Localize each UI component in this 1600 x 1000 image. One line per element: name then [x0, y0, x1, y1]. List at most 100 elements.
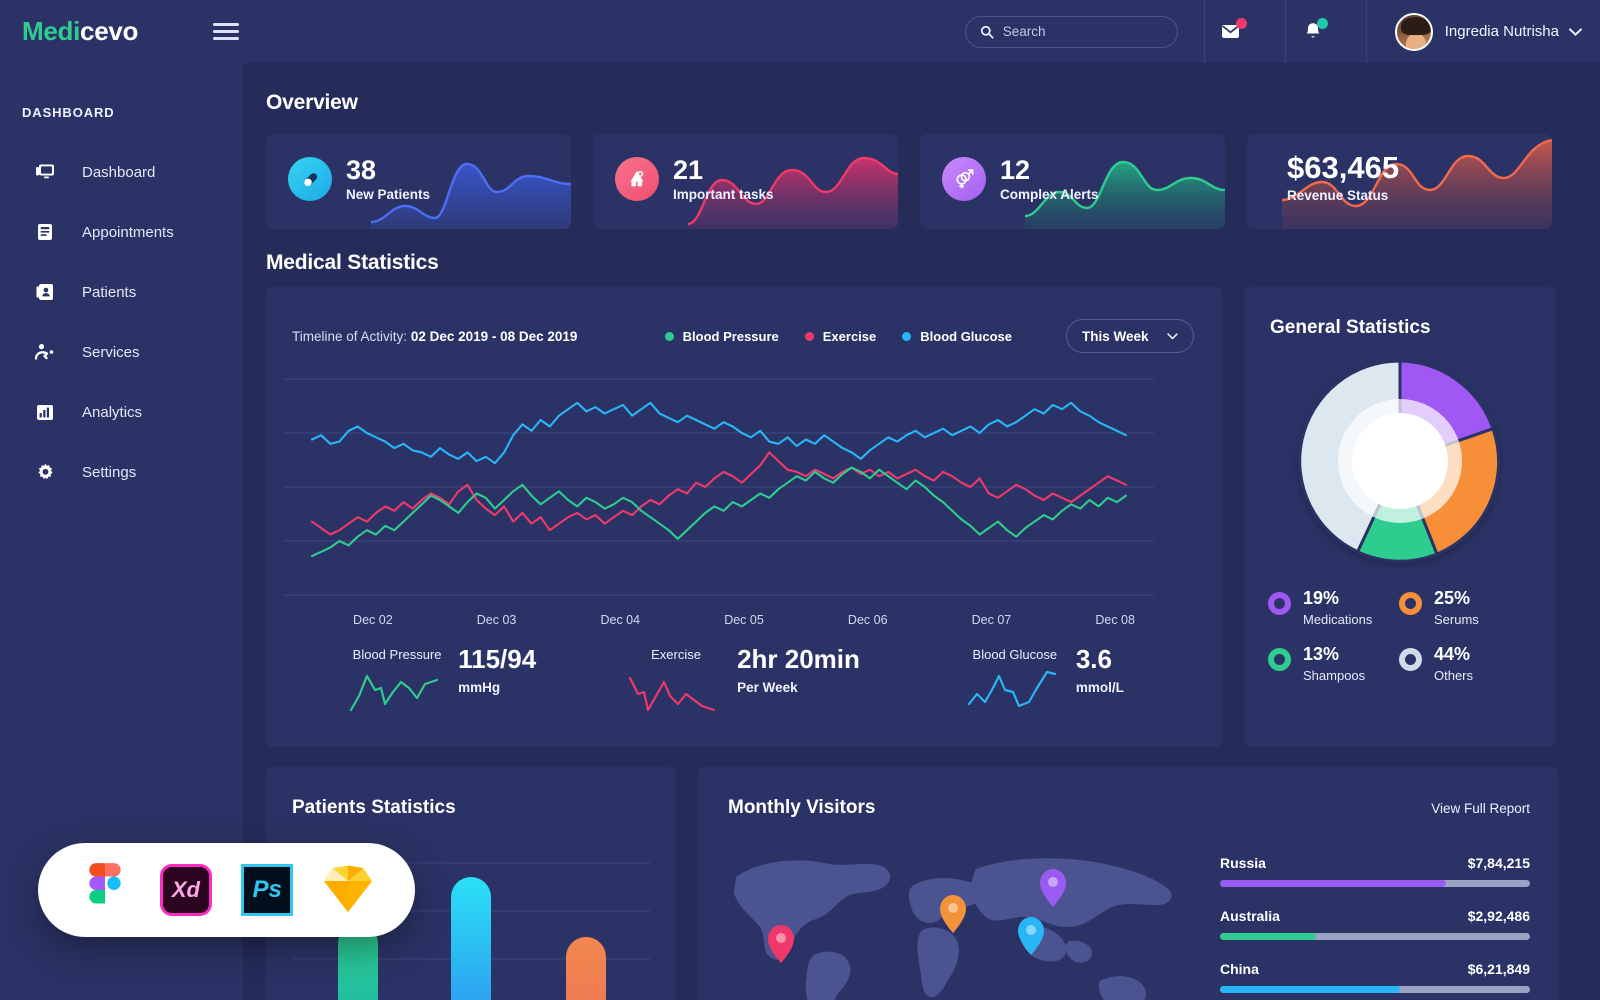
- view-full-report-link[interactable]: View Full Report: [1431, 801, 1530, 816]
- medical-row: Timeline of Activity: 02 Dec 2019 - 08 D…: [266, 287, 1577, 747]
- stat-card-new-patients[interactable]: 38 New Patients: [266, 134, 571, 229]
- mini-sparkline: [967, 670, 1056, 708]
- logo-part-two: cevo: [80, 16, 139, 46]
- general-statistics-card: General Statistics 19% Medications 25% S…: [1244, 287, 1556, 747]
- chevron-down-icon: [1167, 332, 1178, 340]
- monthly-visitors-card: Monthly Visitors View Full Report Russia…: [698, 767, 1558, 1000]
- legend-dot: [664, 331, 674, 341]
- timeline-of-activity: Timeline of Activity: 02 Dec 2019 - 08 D…: [292, 329, 577, 344]
- legend-label: Blood Glucose: [920, 328, 1012, 344]
- time-range-value: This Week: [1082, 328, 1149, 344]
- legend-item-others: 44% Others: [1399, 645, 1530, 683]
- stat-label: New Patients: [346, 187, 431, 203]
- stethoscope-icon: [34, 343, 56, 361]
- legend-item-exercise: Exercise: [804, 329, 876, 344]
- country-progress-fill: [1220, 880, 1447, 887]
- medical-statistics-card: Timeline of Activity: 02 Dec 2019 - 08 D…: [266, 287, 1222, 747]
- country-row-australia: Australia $2,92,486: [1220, 908, 1530, 940]
- user-menu[interactable]: Ingredia Nutrisha: [1367, 12, 1600, 51]
- metric-unit: Per Week: [737, 679, 798, 695]
- sidebar-item-label: Appointments: [82, 223, 174, 241]
- medical-statistics-header: Timeline of Activity: 02 Dec 2019 - 08 D…: [266, 287, 1222, 353]
- x-tick: Dec 03: [476, 613, 517, 627]
- sidebar-item-label: Analytics: [82, 403, 143, 421]
- legend-percent: 13%: [1303, 644, 1340, 664]
- metric-summaries: Blood Pressure 115/94 mmHg Exercise 2hr …: [266, 645, 1222, 714]
- line-series-blood-pressure: [310, 466, 1128, 558]
- metric-label: Blood Pressure: [352, 647, 442, 662]
- stat-label: Important tasks: [673, 187, 774, 203]
- metric-unit: mmHg: [458, 679, 501, 695]
- legend-dot: [902, 331, 912, 341]
- legend-label: Blood Pressure: [682, 328, 779, 344]
- stat-value: 12: [1000, 155, 1031, 185]
- sidebar-item-appointments[interactable]: Appointments: [0, 202, 243, 262]
- country-progress-bar: [1220, 933, 1530, 940]
- bottom-row: Patients Statistics Monthly Visitors Vie…: [266, 767, 1577, 1000]
- search-box[interactable]: Search: [964, 15, 1178, 48]
- sidebar-item-patients[interactable]: Patients: [0, 262, 243, 322]
- chevron-down-icon[interactable]: [1569, 27, 1582, 36]
- country-name: Australia: [1220, 908, 1280, 924]
- stat-label: Complex Alerts: [1000, 187, 1099, 203]
- search-input[interactable]: Search: [1003, 24, 1046, 39]
- notifications-button[interactable]: [1286, 0, 1340, 63]
- x-tick: Dec 08: [1095, 613, 1135, 627]
- stat-card-complex-alerts[interactable]: 12 Complex Alerts: [920, 134, 1225, 229]
- sidebar-item-services[interactable]: Services: [0, 322, 243, 382]
- legend-label: Serums: [1434, 612, 1479, 627]
- figma-icon[interactable]: [77, 862, 133, 918]
- adobe-xd-icon[interactable]: Xd: [158, 862, 214, 918]
- metric-value: 115/94: [458, 644, 537, 674]
- photoshop-label: Ps: [241, 864, 294, 916]
- sidebar-item-settings[interactable]: Settings: [0, 442, 243, 502]
- mini-sparkline: [350, 674, 439, 712]
- sidebar-item-dashboard[interactable]: Dashboard: [0, 142, 243, 202]
- donut-segments: [1298, 359, 1501, 563]
- line-chart-svg: [284, 378, 1154, 596]
- main-content: Overview 38 New Patients 21 Important ta…: [243, 63, 1600, 1000]
- sidebar-item-analytics[interactable]: Analytics: [0, 382, 243, 442]
- bar: [566, 937, 606, 1000]
- top-bar: Medicevo Search Ingredia Nutrisha: [0, 0, 1600, 63]
- bar: [451, 877, 491, 1000]
- top-bar-right: Search Ingredia Nutrisha: [964, 0, 1600, 63]
- gear-icon: [34, 463, 56, 482]
- avatar: [1394, 12, 1433, 51]
- legend-label: Shampoos: [1303, 668, 1366, 683]
- country-progress-fill: [1220, 933, 1317, 940]
- legend-label: Medications: [1303, 612, 1373, 627]
- messages-button[interactable]: [1205, 0, 1259, 63]
- country-progress-fill: [1220, 986, 1400, 993]
- time-range-select[interactable]: This Week: [1066, 319, 1194, 353]
- search-icon: [980, 25, 994, 39]
- monthly-visitors-header: Monthly Visitors View Full Report: [698, 767, 1558, 819]
- stat-card-revenue-status[interactable]: $63,465 Revenue Status: [1247, 134, 1552, 229]
- hamburger-menu-icon[interactable]: [213, 19, 240, 45]
- stat-card-important-tasks[interactable]: 21 Important tasks: [593, 134, 898, 229]
- sketch-icon[interactable]: [320, 862, 376, 918]
- country-value: $7,84,215: [1467, 855, 1530, 871]
- design-tools-badge: Xd Ps: [38, 843, 415, 937]
- x-tick: Dec 04: [600, 613, 641, 627]
- map-pin-europe[interactable]: [940, 895, 966, 933]
- legend-ring: [1268, 648, 1291, 671]
- stat-value: 21: [673, 155, 704, 185]
- monitor-icon: [34, 163, 56, 181]
- line-series-exercise: [310, 451, 1128, 536]
- app-logo[interactable]: Medicevo: [22, 16, 138, 47]
- legend-dot: [804, 331, 814, 341]
- legend-item-medications: 19% Medications: [1268, 589, 1399, 627]
- country-value: $2,92,486: [1467, 908, 1530, 924]
- bar-chart-icon: [34, 404, 56, 421]
- photoshop-icon[interactable]: Ps: [239, 862, 295, 918]
- dashboard-app: Medicevo Search Ingredia Nutrisha DASHBO…: [0, 0, 1600, 1000]
- mini-sparkline: [628, 676, 716, 712]
- metric-blood-glucose: Blood Glucose 3.6 mmol/L: [895, 645, 1196, 714]
- country-row-russia: Russia $7,84,215: [1220, 855, 1530, 887]
- monthly-visitors-title: Monthly Visitors: [728, 797, 876, 818]
- country-progress-bar: [1220, 880, 1530, 887]
- metric-label: Exercise: [651, 647, 701, 662]
- x-tick: Dec 05: [724, 613, 764, 627]
- notifications-badge: [1316, 18, 1328, 29]
